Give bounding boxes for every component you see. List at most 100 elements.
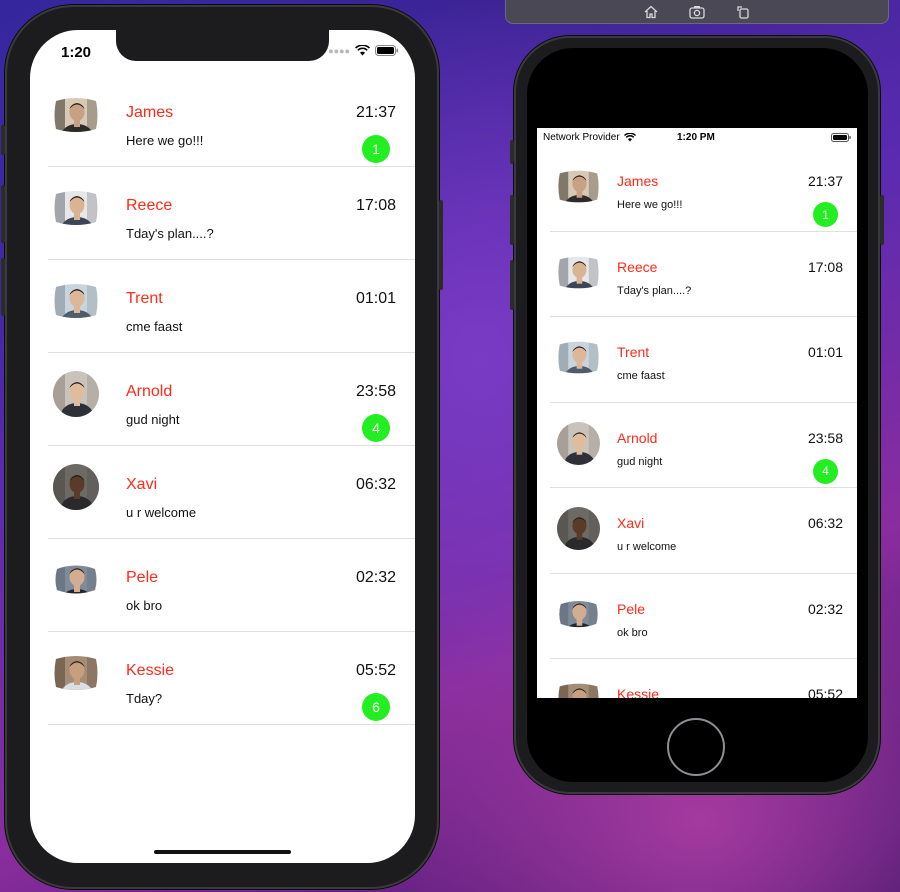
- message-time: 23:58: [355, 383, 396, 400]
- message-time: 21:37: [807, 173, 843, 189]
- last-message: cme faast: [617, 370, 665, 382]
- notch: [116, 30, 329, 61]
- last-message: u r welcome: [617, 541, 677, 553]
- last-message: gud night: [126, 412, 180, 427]
- status-carrier: Network Provider: [543, 132, 636, 143]
- chat-row-reece[interactable]: Reece Tday's plan....? 17:08: [550, 232, 857, 317]
- last-message: Tday's plan....?: [126, 226, 214, 241]
- contact-name: Kessie: [617, 686, 660, 698]
- chat-list-small: James Here we go!!! 21:37 1 Reece Tday's pla…: [550, 146, 857, 698]
- contact-name: Xavi: [126, 476, 158, 493]
- message-time: 17:08: [807, 258, 843, 275]
- avatar-xavi: [557, 507, 600, 550]
- last-message: ok bro: [126, 598, 163, 613]
- phone-large-screen: 1:20 ●●●● James Here we go!!! 21:37 1 Re…: [30, 30, 415, 863]
- contact-name: Trent: [126, 290, 163, 307]
- last-message: ok bro: [617, 626, 648, 639]
- message-time: 01:01: [807, 344, 843, 360]
- avatar-james: [557, 165, 600, 208]
- avatar-reece: [53, 185, 99, 231]
- chat-row-reece[interactable]: Reece Tday's plan....? 17:08: [48, 167, 415, 260]
- avatar-pele: [557, 593, 600, 636]
- volume-down-button: [1, 258, 5, 316]
- contact-name: Reece: [126, 197, 173, 214]
- unread-badge: 6: [362, 693, 390, 721]
- signal-dots-icon: ●●●●: [328, 45, 350, 56]
- avatar-arnold: [53, 371, 99, 417]
- rotate-icon[interactable]: [734, 4, 752, 20]
- last-message: Here we go!!!: [126, 133, 204, 148]
- last-message: Tday's plan....?: [617, 284, 692, 297]
- chat-row-trent[interactable]: Trent cme faast 01:01: [550, 317, 857, 403]
- contact-name: Xavi: [617, 515, 645, 531]
- avatar-trent: [557, 336, 600, 379]
- message-time: 05:52: [807, 686, 843, 698]
- contact-name: Pele: [617, 600, 646, 617]
- chat-row-kessie[interactable]: KessieTday?05:526: [550, 659, 857, 698]
- screenshot-icon[interactable]: [688, 4, 706, 20]
- message-time: 06:32: [355, 476, 396, 493]
- message-time: 01:01: [355, 290, 396, 307]
- avatar-arnold: [557, 421, 600, 465]
- carrier-name: Network Provider: [543, 132, 620, 143]
- home-indicator[interactable]: [154, 850, 291, 854]
- side-button: [439, 200, 443, 290]
- status-icons: ●●●●: [328, 45, 399, 56]
- avatar-pele: [53, 557, 99, 603]
- contact-name: Reece: [617, 258, 658, 275]
- last-message: u r welcome: [126, 505, 197, 520]
- unread-badge: 1: [362, 135, 390, 163]
- message-time: 23:58: [807, 429, 843, 446]
- contact-name: James: [617, 173, 659, 189]
- volume-down-button-small: [510, 260, 514, 310]
- simulator-toolbar: [505, 0, 889, 24]
- avatar-trent: [53, 278, 99, 324]
- chat-row-trent[interactable]: Trent cme faast 01:01: [48, 260, 415, 353]
- contact-name: James: [126, 104, 174, 121]
- wifi-icon: [623, 133, 636, 142]
- avatar-xavi: [53, 464, 99, 510]
- message-time: 02:32: [807, 600, 843, 617]
- chat-list: James Here we go!!! 21:37 1 Reece Tday's pla…: [48, 74, 415, 725]
- avatar-kessie: [53, 650, 99, 696]
- message-time: 02:32: [355, 569, 396, 586]
- wifi-icon: [355, 45, 370, 56]
- silent-switch-small: [510, 140, 514, 164]
- chat-row-pele[interactable]: Pele ok bro 02:32: [48, 539, 415, 632]
- power-button-small: [880, 195, 884, 245]
- chat-row-james[interactable]: James Here we go!!! 21:37 1: [48, 74, 415, 167]
- battery-icon: [831, 133, 851, 142]
- chat-row-pele[interactable]: Pele ok bro 02:32: [550, 574, 857, 659]
- chat-row-xavi[interactable]: Xavi u r welcome 06:32: [550, 488, 857, 574]
- avatar-kessie: [557, 678, 600, 698]
- contact-name: Kessie: [126, 662, 175, 679]
- volume-up-button-small: [510, 195, 514, 245]
- status-bar-small: Network Provider 1:20 PM: [537, 128, 857, 148]
- phone-small-screen: Network Provider 1:20 PM James Here we go…: [537, 128, 857, 698]
- volume-up-button: [1, 185, 5, 243]
- last-message: gud night: [617, 455, 663, 468]
- unread-badge: 1: [813, 202, 838, 227]
- contact-name: Arnold: [126, 383, 173, 400]
- home-button[interactable]: [667, 718, 725, 776]
- last-message: Here we go!!!: [617, 199, 683, 211]
- last-message: cme faast: [126, 319, 183, 334]
- unread-badge: 4: [813, 458, 838, 484]
- contact-name: Pele: [126, 569, 159, 586]
- silent-switch: [1, 125, 5, 155]
- home-icon[interactable]: [642, 4, 660, 20]
- avatar-james: [53, 92, 99, 138]
- chat-row-kessie[interactable]: KessieTday?05:526: [48, 632, 415, 725]
- unread-badge: 4: [362, 414, 390, 442]
- chat-row-arnold[interactable]: Arnold gud night 23:58 4: [550, 403, 857, 488]
- message-time: 06:32: [807, 515, 843, 531]
- chat-row-james[interactable]: James Here we go!!! 21:37 1: [550, 146, 857, 232]
- chat-row-arnold[interactable]: Arnold gud night 23:58 4: [48, 353, 415, 446]
- message-time: 17:08: [355, 197, 396, 214]
- message-time: 05:52: [355, 662, 396, 679]
- chat-row-xavi[interactable]: Xavi u r welcome 06:32: [48, 446, 415, 539]
- status-time: 1:20: [61, 44, 92, 61]
- avatar-reece: [557, 251, 600, 294]
- contact-name: Trent: [617, 344, 650, 360]
- battery-icon: [375, 45, 399, 56]
